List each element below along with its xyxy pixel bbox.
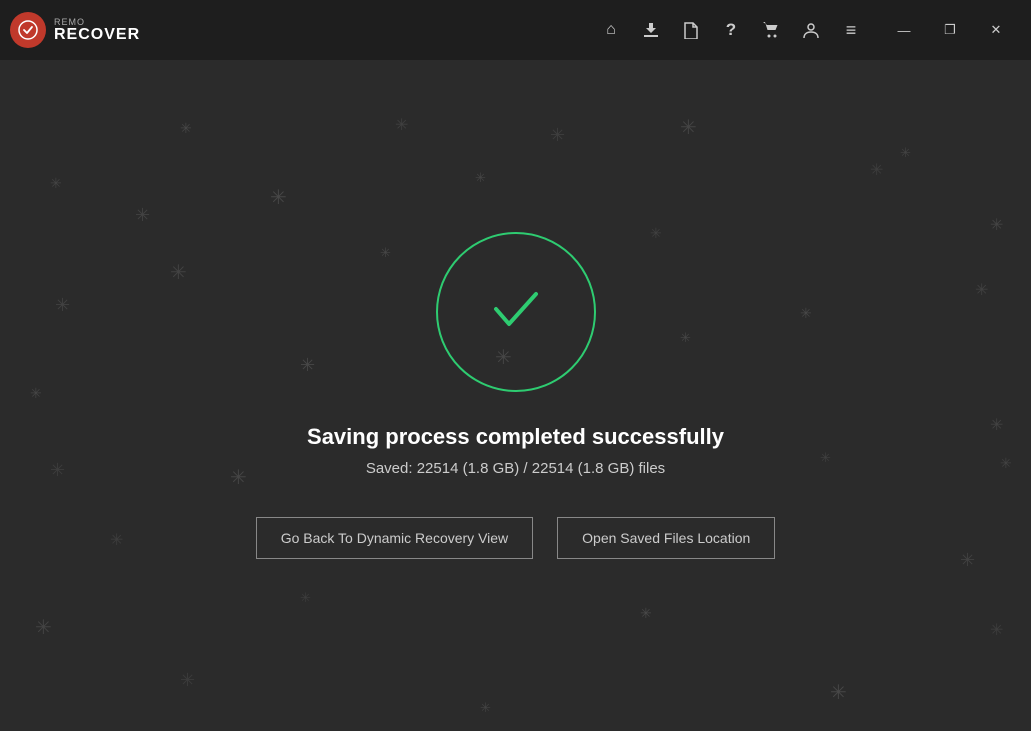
decorative-asterisk: ✳ xyxy=(300,590,311,606)
decorative-asterisk: ✳ xyxy=(990,620,1003,640)
decorative-asterisk: ✳ xyxy=(960,550,975,571)
decorative-asterisk: ✳ xyxy=(35,615,52,640)
file-icon-btn[interactable] xyxy=(673,12,709,48)
decorative-asterisk: ✳ xyxy=(270,185,287,210)
decorative-asterisk: ✳ xyxy=(230,465,247,490)
decorative-asterisk: ✳ xyxy=(680,115,697,140)
decorative-asterisk: ✳ xyxy=(990,215,1003,235)
decorative-asterisk: ✳ xyxy=(300,355,315,376)
decorative-asterisk: ✳ xyxy=(650,225,662,242)
maximize-button[interactable]: ❐ xyxy=(927,12,973,48)
decorative-asterisk: ✳ xyxy=(50,175,62,192)
cart-icon-btn[interactable] xyxy=(753,12,789,48)
decorative-asterisk: ✳ xyxy=(975,280,988,300)
window-controls: — ❐ ✕ xyxy=(881,12,1019,48)
success-subtitle: Saved: 22514 (1.8 GB) / 22514 (1.8 GB) f… xyxy=(366,460,665,477)
logo-text: remo RECOVER xyxy=(54,18,140,43)
decorative-asterisk: ✳ xyxy=(50,460,65,481)
decorative-asterisk: ✳ xyxy=(870,160,883,180)
decorative-asterisk: ✳ xyxy=(550,125,565,146)
download-icon-btn[interactable] xyxy=(633,12,669,48)
decorative-asterisk: ✳ xyxy=(170,260,187,285)
minimize-button[interactable]: — xyxy=(881,12,927,48)
decorative-asterisk: ✳ xyxy=(180,670,195,691)
decorative-asterisk: ✳ xyxy=(990,415,1003,435)
title-bar: remo RECOVER ⌂ ? xyxy=(0,0,1031,60)
success-circle xyxy=(436,232,596,392)
menu-icon-btn[interactable]: ≡ xyxy=(833,12,869,48)
success-title: Saving process completed successfully xyxy=(307,424,724,450)
main-content: Saving process completed successfully Sa… xyxy=(0,60,1031,731)
decorative-asterisk: ✳ xyxy=(180,120,192,137)
app-window: remo RECOVER ⌂ ? xyxy=(0,0,1031,731)
decorative-asterisk: ✳ xyxy=(395,115,408,135)
close-button[interactable]: ✕ xyxy=(973,12,1019,48)
user-icon-btn[interactable] xyxy=(793,12,829,48)
decorative-asterisk: ✳ xyxy=(640,605,652,622)
back-to-recovery-button[interactable]: Go Back To Dynamic Recovery View xyxy=(256,517,533,559)
logo-recover: RECOVER xyxy=(54,27,140,43)
decorative-asterisk: ✳ xyxy=(820,450,831,466)
decorative-asterisk: ✳ xyxy=(135,205,150,226)
open-saved-files-button[interactable]: Open Saved Files Location xyxy=(557,517,775,559)
checkmark-icon xyxy=(481,272,551,352)
action-buttons: Go Back To Dynamic Recovery View Open Sa… xyxy=(256,517,776,559)
home-icon-btn[interactable]: ⌂ xyxy=(593,12,629,48)
decorative-asterisk: ✳ xyxy=(30,385,42,402)
title-bar-right: ⌂ ? xyxy=(593,12,1019,48)
decorative-asterisk: ✳ xyxy=(1000,455,1012,472)
decorative-asterisk: ✳ xyxy=(380,245,391,261)
logo-icon xyxy=(10,12,46,48)
decorative-asterisk: ✳ xyxy=(475,170,486,186)
decorative-asterisk: ✳ xyxy=(55,295,70,316)
decorative-asterisk: ✳ xyxy=(480,700,491,716)
help-icon-btn[interactable]: ? xyxy=(713,12,749,48)
title-bar-left: remo RECOVER xyxy=(10,12,140,48)
decorative-asterisk: ✳ xyxy=(900,145,911,161)
decorative-asterisk: ✳ xyxy=(110,530,123,550)
decorative-asterisk: ✳ xyxy=(830,680,847,705)
decorative-asterisk: ✳ xyxy=(800,305,812,322)
decorative-asterisk: ✳ xyxy=(680,330,691,346)
